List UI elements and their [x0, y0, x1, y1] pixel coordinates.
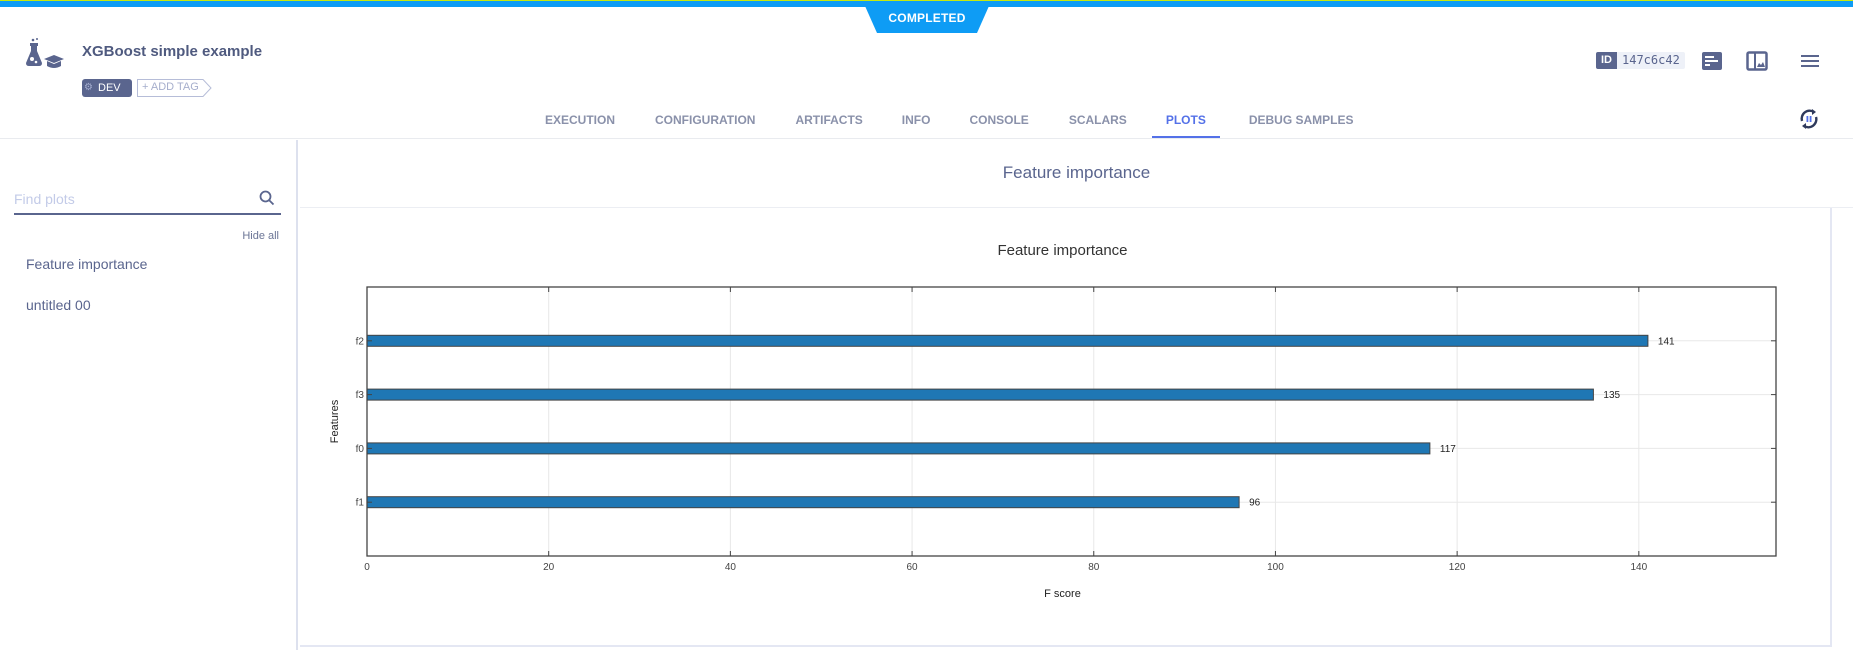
- tab-scalars[interactable]: SCALARS: [1069, 100, 1127, 139]
- y-tick-label: f0: [356, 444, 365, 455]
- x-tick-label: 140: [1630, 562, 1647, 573]
- x-tick-label: 60: [907, 562, 919, 573]
- data-label-f1: 96: [1249, 498, 1261, 509]
- bar-f2: [366, 334, 1649, 347]
- details-panel-icon[interactable]: [1701, 51, 1723, 71]
- tab-artifacts[interactable]: ARTIFACTS: [795, 100, 862, 139]
- tab-debug-samples[interactable]: DEBUG SAMPLES: [1249, 100, 1354, 139]
- section-title: Feature importance: [300, 140, 1853, 208]
- id-label: ID: [1596, 52, 1617, 69]
- hide-all-button[interactable]: Hide all: [242, 230, 279, 242]
- bar-f3: [366, 388, 1594, 401]
- tab-info[interactable]: INFO: [902, 100, 931, 139]
- bar-f0: [366, 442, 1431, 455]
- id-value: 147c6c42: [1617, 52, 1685, 69]
- gear-icon: ⚙: [84, 82, 93, 93]
- search-plots: [14, 185, 281, 215]
- chart-title: Feature importance: [997, 242, 1127, 259]
- plot-list-item[interactable]: Feature importance: [26, 256, 147, 272]
- menu-icon[interactable]: [1800, 51, 1822, 71]
- x-tick-label: 120: [1449, 562, 1466, 573]
- data-label-f3: 135: [1603, 390, 1620, 401]
- task-id-chip[interactable]: ID 147c6c42: [1596, 52, 1685, 69]
- x-tick-label: 100: [1267, 562, 1284, 573]
- feature-importance-chart[interactable]: 96 117 135 141 0 20 40 60 80 100 120 140 f1 f0 f3 f2 F…: [300, 208, 1832, 647]
- y-tick-label: f1: [356, 498, 365, 509]
- x-tick-label: 80: [1088, 562, 1100, 573]
- x-tick-label: 40: [725, 562, 737, 573]
- plot-card: 96 117 135 141 0 20 40 60 80 100 120 140 f1 f0 f3 f2 F…: [300, 208, 1832, 647]
- plots-main: Feature importance 96 117 135 141 0 20 40 60 80…: [300, 140, 1853, 650]
- tab-plots[interactable]: PLOTS: [1151, 100, 1220, 139]
- grid-lines: [366, 287, 1776, 556]
- tab-console[interactable]: CONSOLE: [969, 100, 1028, 139]
- x-tick-label: 20: [543, 562, 555, 573]
- bar-f1: [366, 496, 1240, 509]
- x-axis-label: F score: [1044, 588, 1081, 600]
- axis-ticks: 0 20 40 60 80 100 120 140 f1 f0 f3 f2: [356, 287, 1776, 573]
- data-label-f2: 141: [1658, 336, 1675, 347]
- auto-refresh-paused-icon[interactable]: [1797, 107, 1821, 131]
- plot-list-item[interactable]: untitled 00: [26, 297, 91, 313]
- flask-graduation-cap-icon: [26, 38, 64, 68]
- tab-execution[interactable]: EXECUTION: [545, 100, 615, 139]
- task-title: XGBoost simple example: [82, 43, 263, 60]
- plots-sidebar: Hide all Feature importance untitled 00: [0, 140, 298, 650]
- tab-bar: EXECUTION CONFIGURATION ARTIFACTS INFO C…: [530, 100, 1354, 139]
- tag-dev[interactable]: ⚙ DEV: [82, 79, 132, 97]
- tag-label: DEV: [98, 82, 121, 94]
- bars: [366, 334, 1649, 509]
- search-input[interactable]: [14, 187, 244, 211]
- add-tag-label: + ADD TAG: [142, 81, 199, 93]
- tab-configuration[interactable]: CONFIGURATION: [655, 100, 755, 139]
- layout-toggle-icon[interactable]: [1746, 51, 1768, 71]
- y-tick-label: f2: [356, 336, 365, 347]
- plot-frame: [366, 286, 1777, 557]
- x-tick-label: 0: [364, 562, 370, 573]
- search-icon[interactable]: [259, 190, 275, 206]
- data-label-f0: 117: [1440, 444, 1456, 455]
- add-tag-button[interactable]: + ADD TAG: [137, 79, 213, 97]
- y-axis-label: Features: [329, 399, 341, 443]
- data-labels: 96 117 135 141: [1249, 336, 1675, 508]
- y-tick-label: f3: [356, 390, 365, 401]
